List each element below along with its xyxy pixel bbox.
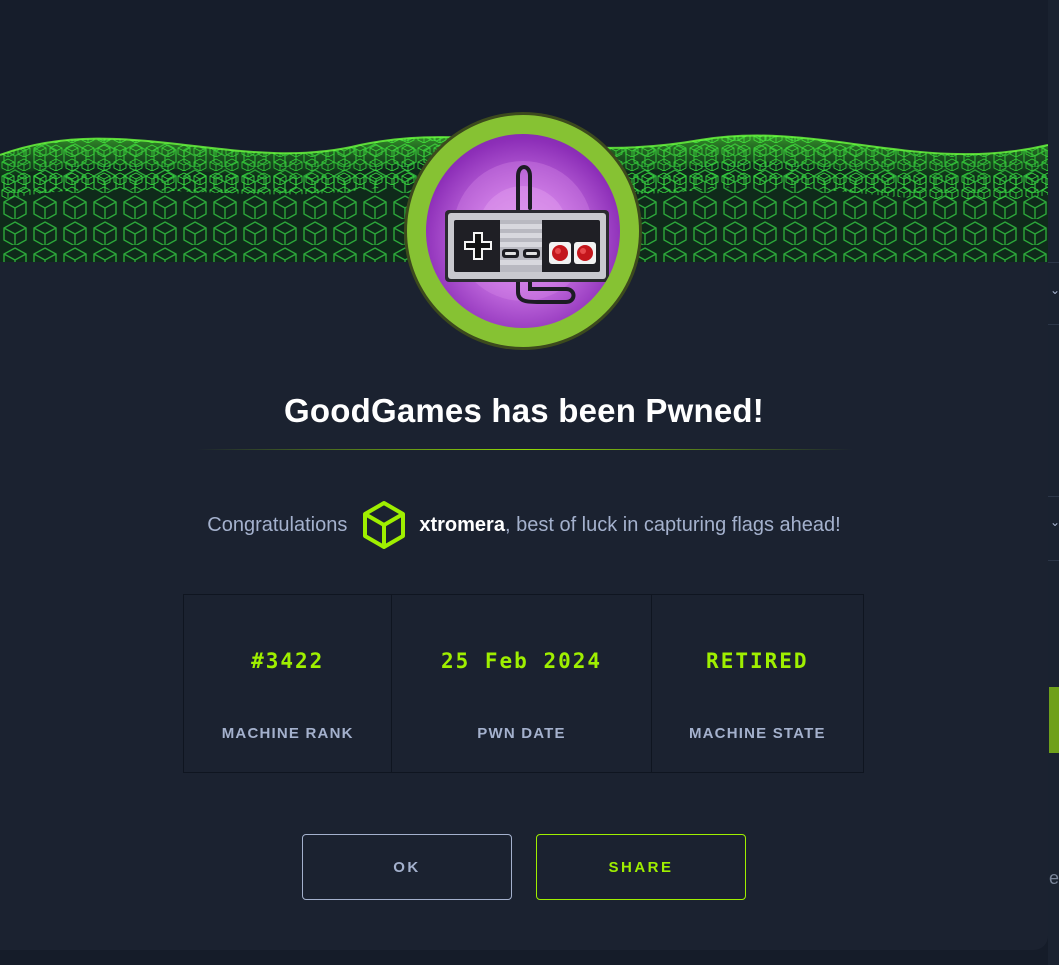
background-divider bbox=[1048, 496, 1059, 497]
share-button[interactable]: SHARE bbox=[536, 834, 746, 900]
stat-machine-rank: #3422 MACHINE RANK bbox=[184, 595, 391, 772]
machine-avatar bbox=[404, 112, 642, 350]
background-text: e bbox=[1049, 868, 1059, 888]
machine-rank-value: #3422 bbox=[251, 649, 325, 673]
pwn-date-label: PWN DATE bbox=[477, 725, 566, 742]
modal-title: GoodGames has been Pwned! bbox=[284, 392, 764, 429]
ok-button[interactable]: OK bbox=[302, 834, 512, 900]
hexagon-cube-icon bbox=[361, 500, 407, 550]
machine-state-label: MACHINE STATE bbox=[688, 725, 826, 742]
stat-pwn-date: 25 Feb 2024 PWN DATE bbox=[391, 595, 650, 772]
machine-state-value: RETIRED bbox=[706, 649, 809, 673]
username[interactable]: xtromera bbox=[419, 514, 505, 537]
pwn-date-value: 25 Feb 2024 bbox=[440, 649, 603, 673]
congrats-suffix: , best of luck in capturing flags ahead! bbox=[504, 513, 841, 536]
background-green-button[interactable] bbox=[1049, 687, 1059, 753]
background-divider bbox=[1048, 324, 1059, 325]
chevron-down-icon[interactable]: ⌄ bbox=[1050, 284, 1059, 296]
machine-rank-label: MACHINE RANK bbox=[221, 725, 354, 742]
nes-controller-icon bbox=[445, 161, 609, 304]
background-divider bbox=[1048, 560, 1059, 561]
background-divider bbox=[1048, 262, 1059, 263]
avatar-ring bbox=[407, 115, 639, 347]
background-page bbox=[1048, 0, 1059, 965]
title-divider bbox=[197, 449, 853, 450]
stats-table: #3422 MACHINE RANK 25 Feb 2024 PWN DATE … bbox=[183, 594, 864, 773]
pwned-modal: GoodGames has been Pwned! Congratulation… bbox=[0, 0, 1048, 950]
chevron-down-icon[interactable]: ⌄ bbox=[1050, 516, 1059, 528]
congratulations-message: Congratulations xtromera , best of luck … bbox=[0, 497, 1048, 553]
stat-machine-state: RETIRED MACHINE STATE bbox=[650, 595, 863, 772]
congrats-prefix: Congratulations bbox=[207, 513, 348, 536]
